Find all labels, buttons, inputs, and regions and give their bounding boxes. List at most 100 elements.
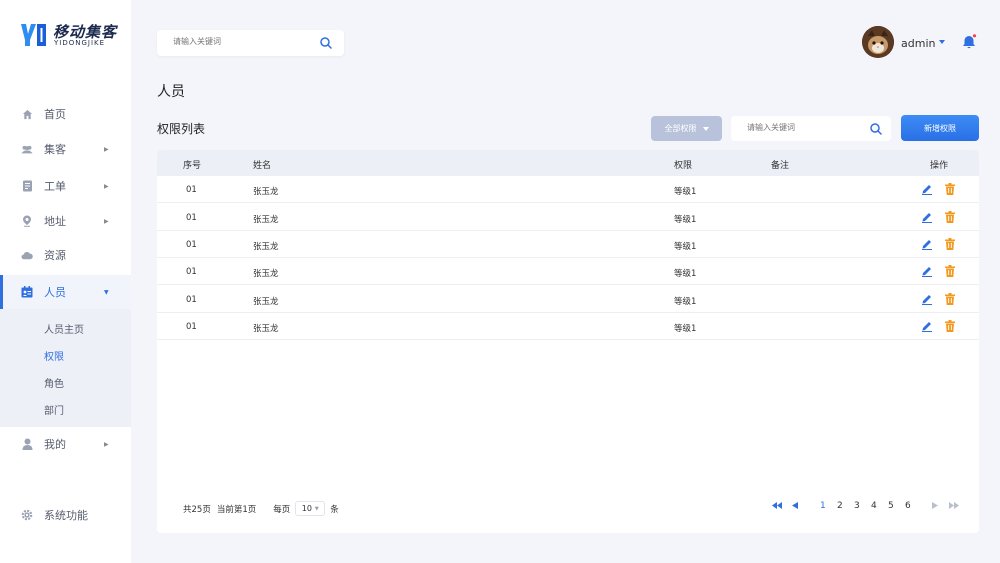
- edit-icon[interactable]: [921, 320, 933, 332]
- cell-name: 张玉龙: [253, 297, 279, 307]
- cell-no: 01: [186, 295, 197, 305]
- location-pin-icon: [21, 215, 33, 227]
- brand-subtitle: YIDONGJIKE: [54, 39, 106, 47]
- edit-icon[interactable]: [921, 183, 933, 195]
- table-row: 01 张玉龙 等级1: [157, 204, 979, 231]
- cell-permission: 等级1: [674, 297, 697, 307]
- avatar[interactable]: [862, 26, 894, 58]
- document-icon: [21, 180, 33, 192]
- page-title: 人员: [157, 84, 185, 100]
- edit-icon[interactable]: [921, 293, 933, 305]
- submenu-item-personnel-home[interactable]: 人员主页: [44, 321, 84, 336]
- edit-icon[interactable]: [921, 265, 933, 277]
- sidebar: 移动集客 YIDONGJIKE 首页 集客 ▶ 工单 ▶ 地址 ▶ 资源 人员 …: [0, 0, 131, 563]
- delete-icon[interactable]: [944, 265, 956, 277]
- sidebar-item-home[interactable]: 首页: [0, 97, 131, 131]
- cell-no: 01: [186, 322, 197, 332]
- cell-permission: 等级1: [674, 242, 697, 252]
- chevron-right-icon: ▶: [104, 145, 109, 153]
- chevron-right-icon: ▶: [104, 182, 109, 190]
- brand-logo[interactable]: 移动集客 YIDONGJIKE: [20, 20, 130, 50]
- chevron-down-icon[interactable]: [939, 40, 945, 44]
- active-indicator: [0, 275, 3, 309]
- sidebar-item-label: 资源: [44, 249, 66, 262]
- cell-no: 01: [186, 185, 197, 195]
- page-number[interactable]: 5: [888, 501, 894, 511]
- permission-table: 序号 姓名 权限 备注 操作 01 张玉龙 等级1 01 张玉龙 等级1 01 张玉龙 等级1 0…: [157, 150, 979, 533]
- cell-name: 张玉龙: [253, 242, 279, 252]
- column-header-name: 姓名: [253, 161, 272, 171]
- sidebar-item-label: 系统功能: [44, 509, 88, 522]
- cell-name: 张玉龙: [253, 215, 279, 225]
- table-row: 01 张玉龙 等级1: [157, 258, 979, 285]
- page-number[interactable]: 3: [854, 501, 860, 511]
- first-page-icon[interactable]: [772, 502, 782, 509]
- permission-filter-dropdown[interactable]: 全部权限: [651, 116, 722, 141]
- home-icon: [21, 108, 33, 120]
- sidebar-item-workorder[interactable]: 工单 ▶: [0, 169, 131, 203]
- table-row: 01 张玉龙 等级1: [157, 231, 979, 258]
- next-page-icon[interactable]: [932, 502, 938, 509]
- user-name[interactable]: admin: [901, 37, 935, 50]
- search-icon[interactable]: [320, 37, 332, 49]
- bell-icon[interactable]: [961, 34, 977, 50]
- pagination-info: 共25页 当前第1页 每页 10 ▼ 条: [183, 501, 339, 516]
- sidebar-item-personnel[interactable]: 人员 ▼: [0, 275, 131, 309]
- filter-label: 全部权限: [664, 124, 697, 133]
- add-permission-button[interactable]: 新增权限: [901, 115, 979, 141]
- search-icon[interactable]: [870, 123, 882, 135]
- sidebar-item-label: 地址: [44, 215, 66, 228]
- page-number[interactable]: 6: [905, 501, 911, 511]
- cell-no: 01: [186, 240, 197, 250]
- submenu-item-departments[interactable]: 部门: [44, 402, 64, 417]
- edit-icon[interactable]: [921, 238, 933, 250]
- chevron-down-icon: [702, 126, 709, 131]
- sidebar-item-mine[interactable]: 我的 ▶: [0, 427, 131, 461]
- page-number[interactable]: 2: [837, 501, 843, 511]
- page-number[interactable]: 4: [871, 501, 877, 511]
- list-search-input[interactable]: [747, 123, 857, 132]
- pagination: 1 2 3 4 5 6: [771, 499, 971, 513]
- sidebar-item-label: 人员: [44, 286, 66, 299]
- table-row: 01 张玉龙 等级1: [157, 286, 979, 313]
- list-search: [731, 116, 891, 141]
- chevron-right-icon: ▶: [104, 440, 109, 448]
- sidebar-item-label: 首页: [44, 108, 66, 121]
- delete-icon[interactable]: [944, 183, 956, 195]
- current-page-text: 当前第1页: [216, 504, 257, 515]
- delete-icon[interactable]: [944, 293, 956, 305]
- sidebar-item-jike[interactable]: 集客 ▶: [0, 132, 131, 166]
- users-icon: [21, 143, 33, 155]
- delete-icon[interactable]: [944, 211, 956, 223]
- avatar-image: [862, 26, 894, 58]
- sidebar-item-label: 工单: [44, 180, 66, 193]
- global-search-input[interactable]: [173, 37, 313, 46]
- submenu-item-roles[interactable]: 角色: [44, 375, 64, 390]
- personnel-submenu: 人员主页 权限 角色 部门: [0, 309, 131, 427]
- per-page-select[interactable]: 10 ▼: [295, 501, 326, 516]
- page-number[interactable]: 1: [820, 501, 826, 511]
- column-header-permission: 权限: [674, 161, 693, 171]
- table-row: 01 张玉龙 等级1: [157, 313, 979, 340]
- delete-icon[interactable]: [944, 238, 956, 250]
- sidebar-item-resources[interactable]: 资源: [0, 238, 131, 272]
- global-search: [157, 30, 344, 56]
- total-pages: 共25页: [183, 504, 211, 515]
- chevron-down-icon: ▼: [104, 288, 109, 296]
- cell-permission: 等级1: [674, 269, 697, 279]
- list-title: 权限列表: [157, 122, 206, 136]
- delete-icon[interactable]: [944, 320, 956, 332]
- chevron-down-icon: ▼: [314, 505, 319, 512]
- submenu-item-permissions[interactable]: 权限: [44, 348, 64, 363]
- cell-name: 张玉龙: [253, 269, 279, 279]
- last-page-icon[interactable]: [949, 502, 959, 509]
- cell-name: 张玉龙: [253, 187, 279, 197]
- cloud-icon: [21, 249, 33, 261]
- edit-icon[interactable]: [921, 211, 933, 223]
- cell-permission: 等级1: [674, 215, 697, 225]
- prev-page-icon[interactable]: [792, 502, 798, 509]
- table-header: 序号 姓名 权限 备注 操作: [157, 150, 979, 176]
- sidebar-item-address[interactable]: 地址 ▶: [0, 204, 131, 238]
- sidebar-item-system[interactable]: 系统功能: [0, 498, 131, 532]
- sidebar-item-label: 集客: [44, 143, 66, 156]
